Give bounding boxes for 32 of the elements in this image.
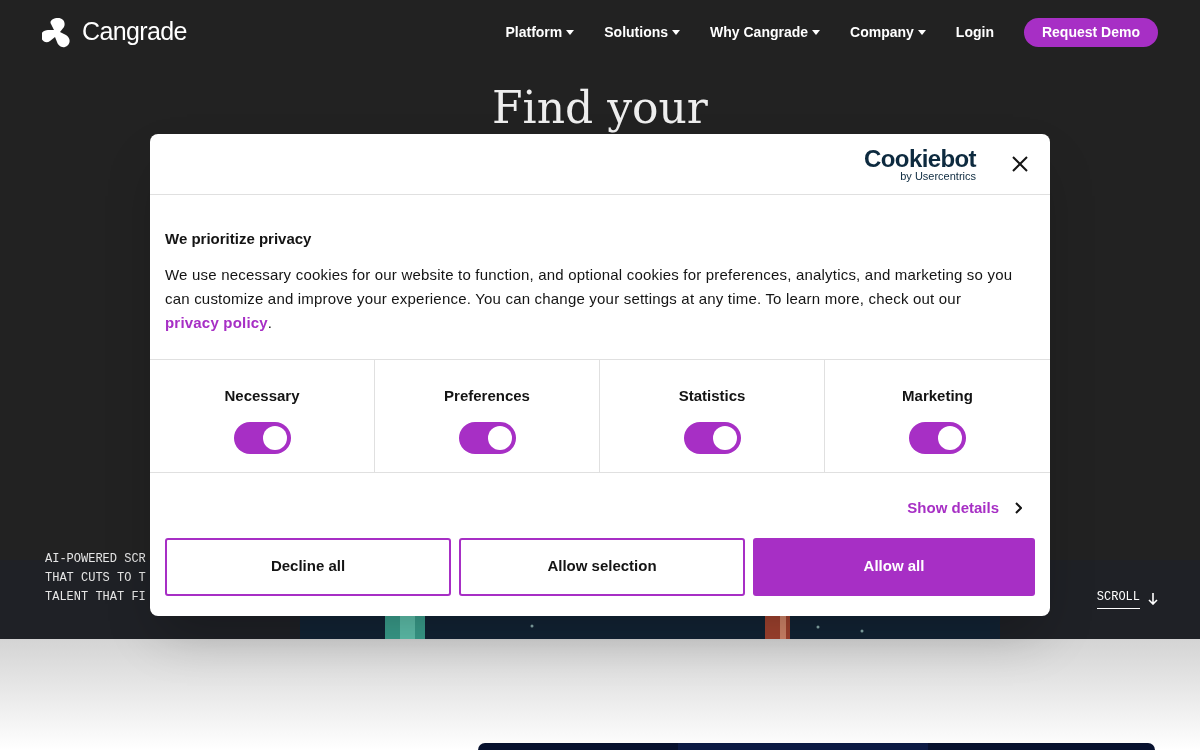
close-button[interactable] bbox=[1012, 155, 1030, 173]
toggle-label: Marketing bbox=[902, 386, 973, 406]
privacy-policy-link[interactable]: privacy policy bbox=[165, 313, 268, 331]
dialog-text: We use necessary cookies for our website to function, and optional cookies for preferences, analytics, and marketing so you can customize and improve your experience. You can change your settings at any time. To learn more, check out our privacy policy. bbox=[165, 264, 1014, 333]
nav-link[interactable]: Solutions bbox=[604, 21, 681, 43]
nav-link[interactable]: Platform bbox=[505, 21, 575, 43]
toggle-label: Preferences bbox=[444, 386, 530, 406]
hero-tagline-line: THAT CUTS TO T bbox=[45, 570, 146, 586]
cookiebot-brand-sub: by Usercentrics bbox=[900, 170, 976, 182]
consent-button[interactable]: Decline all bbox=[165, 537, 451, 596]
toggle-switch[interactable] bbox=[683, 421, 741, 454]
period: . bbox=[267, 313, 273, 331]
nav-link[interactable]: Company bbox=[850, 21, 926, 43]
consent-button[interactable]: Allow selection bbox=[459, 537, 745, 596]
arrow-down-icon bbox=[1148, 592, 1158, 605]
toggle-switch[interactable] bbox=[233, 421, 291, 454]
request-demo-button[interactable]: Request Demo bbox=[1023, 17, 1158, 47]
cookiebot-brand: Cookiebot bbox=[864, 146, 976, 171]
hero-tagline-line: AI-POWERED SCR bbox=[45, 551, 146, 567]
nav-link[interactable]: Login bbox=[955, 21, 994, 43]
logo-text[interactable]: Cangrade bbox=[82, 13, 187, 51]
nav-link[interactable]: Why Cangrade bbox=[710, 21, 821, 43]
toggle-label: Necessary bbox=[224, 386, 300, 406]
show-details-link[interactable]: Show details bbox=[907, 497, 1022, 520]
toggle-switch[interactable] bbox=[458, 421, 516, 454]
toggle-label: Statistics bbox=[678, 386, 746, 406]
hero-tagline-line: TALENT THAT FI bbox=[45, 589, 146, 605]
chevron-right-icon bbox=[1015, 502, 1022, 515]
toggle-switch[interactable] bbox=[909, 421, 966, 454]
dialog-title: We prioritize privacy bbox=[165, 229, 313, 249]
scroll-link[interactable]: SCROLL bbox=[1096, 588, 1140, 609]
consent-button[interactable]: Allow all bbox=[753, 537, 1035, 596]
